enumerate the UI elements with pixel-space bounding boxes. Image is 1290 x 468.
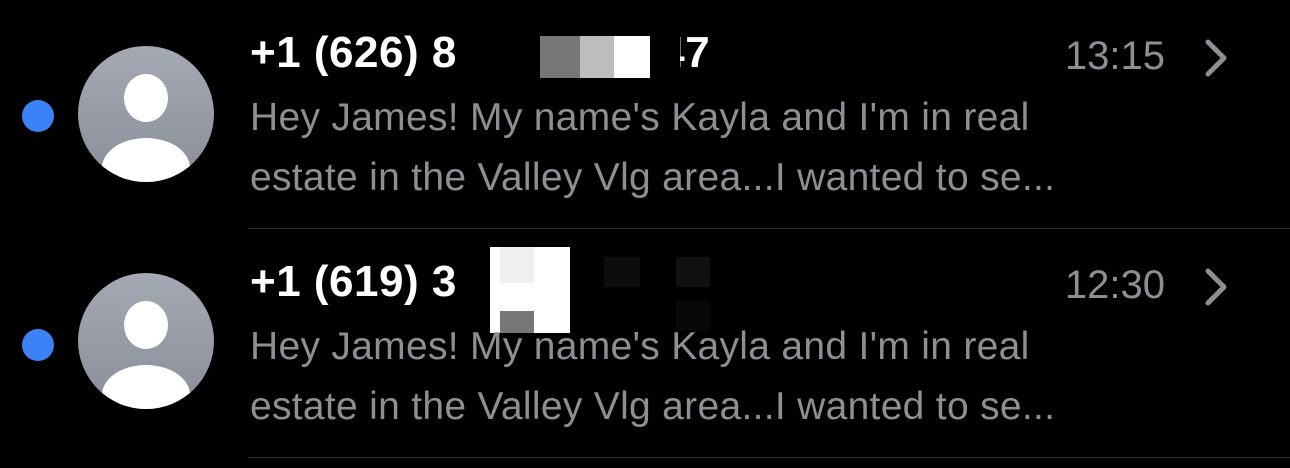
person-placeholder-icon [78, 273, 214, 409]
unread-indicator [22, 100, 54, 132]
sender-number-prefix: +1 (619) 3 [250, 257, 457, 306]
preview-line: Hey James! My name's Kayla and I'm in re… [250, 325, 1030, 368]
conversation-row[interactable]: +1 (626) 8 47 13:15 Hey James! My name's… [0, 0, 1290, 229]
preview-line: Hey James! My name's Kayla and I'm in re… [250, 96, 1030, 139]
timestamp: 13:15 [1064, 34, 1165, 78]
chevron-right-icon [1205, 268, 1227, 306]
preview-line: estate in the Valley Vlg area...I wanted… [250, 385, 1056, 428]
chevron-right-icon [1205, 39, 1227, 77]
sender-number-prefix: +1 (626) 8 [250, 28, 457, 77]
preview-line: estate in the Valley Vlg area...I wanted… [250, 156, 1056, 199]
message-preview: Hey James! My name's Kayla and I'm in re… [250, 88, 1240, 208]
unread-indicator [22, 329, 54, 361]
person-placeholder-icon [78, 46, 214, 182]
timestamp: 12:30 [1064, 263, 1165, 307]
message-preview: Hey James! My name's Kayla and I'm in re… [250, 317, 1240, 437]
sender-number: +1 (619) 3 [250, 257, 457, 307]
conversation-row[interactable]: +1 (619) 3 12:30 Hey James! My name's Ka… [0, 229, 1290, 458]
row-separator [248, 457, 1290, 458]
redaction-block [512, 36, 680, 78]
conversation-list: +1 (626) 8 47 13:15 Hey James! My name's… [0, 0, 1290, 468]
